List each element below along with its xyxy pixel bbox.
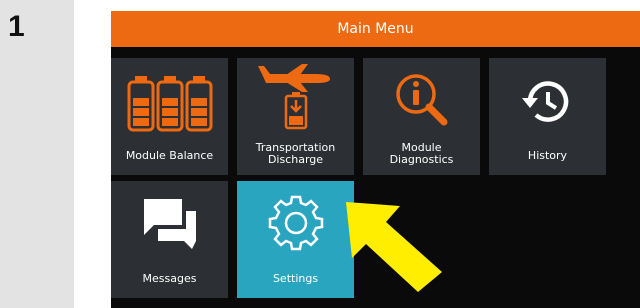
tile-module-diagnostics[interactable]: Module Diagnostics: [363, 58, 480, 175]
tile-messages[interactable]: Messages: [111, 181, 228, 298]
tile-label: Messages: [142, 272, 197, 285]
gear-icon: [237, 181, 354, 261]
page-title: Main Menu: [337, 21, 414, 37]
tile-label: Settings: [272, 272, 319, 285]
tile-label: History: [527, 149, 568, 162]
tile-history[interactable]: History: [489, 58, 606, 175]
step-number: 1: [8, 10, 25, 43]
yellow-arrow-icon: [346, 202, 442, 292]
tile-transportation-discharge[interactable]: Transportation Discharge: [237, 58, 354, 175]
chat-bubbles-icon: [111, 181, 228, 261]
tile-module-balance[interactable]: Module Balance: [111, 58, 228, 175]
tile-label-line2: Discharge: [267, 153, 324, 166]
tile-label-line2: Diagnostics: [389, 153, 454, 166]
magnifier-info-icon: [363, 58, 480, 138]
battery-modules-icon: [111, 58, 228, 138]
tile-label: Module Balance: [125, 149, 214, 162]
airplane-battery-icon: [237, 58, 354, 138]
main-menu-title-bar: Main Menu: [111, 11, 640, 47]
tile-settings[interactable]: Settings: [237, 181, 354, 298]
step-column: 1: [0, 0, 74, 308]
history-clock-icon: [489, 58, 606, 138]
